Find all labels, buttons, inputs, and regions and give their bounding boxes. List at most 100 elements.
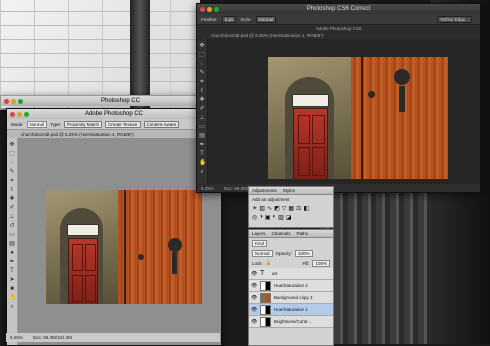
marquee-tool-icon[interactable]: ⬚ bbox=[9, 151, 15, 157]
background-window-titlebar[interactable]: Photoshop CC bbox=[1, 96, 201, 106]
move-tool-icon[interactable]: ✥ bbox=[9, 142, 15, 148]
transom-window bbox=[292, 93, 329, 107]
black-white-icon[interactable]: ◧ bbox=[303, 205, 309, 212]
tab-channels[interactable]: Channels bbox=[272, 231, 291, 236]
zoom-level[interactable]: 6.25% bbox=[201, 186, 214, 191]
type-tool-icon[interactable]: T bbox=[9, 268, 15, 274]
quick-select-tool-icon[interactable]: ✎ bbox=[199, 70, 205, 76]
tab-styles[interactable]: Styles bbox=[283, 188, 295, 193]
gradient-tool-icon[interactable]: ▤ bbox=[9, 241, 15, 247]
cs6-titlebar[interactable]: Photoshop CS6 Correct bbox=[197, 4, 480, 14]
pen-tool-icon[interactable]: ✒ bbox=[199, 142, 205, 148]
document-tab[interactable]: churchdoorsdt.psd @ 6.25% (Hue/Saturatio… bbox=[197, 32, 480, 39]
cc-titlebar[interactable]: Adobe Photoshop CC bbox=[7, 109, 221, 119]
eraser-tool-icon[interactable]: ▭ bbox=[199, 124, 205, 130]
healing-brush-tool-icon[interactable]: ✚ bbox=[199, 97, 205, 103]
gradient-tool-icon[interactable]: ▤ bbox=[199, 133, 205, 139]
transom-window bbox=[66, 224, 99, 237]
brick-wall-photo bbox=[0, 0, 200, 110]
fill-field[interactable]: 100% bbox=[312, 259, 330, 267]
channel-mixer-icon[interactable]: ◑ bbox=[259, 214, 263, 221]
shape-tool-icon[interactable]: ■ bbox=[9, 286, 15, 292]
hue-saturation-icon[interactable]: ▦ bbox=[288, 205, 294, 212]
proximity-match-button[interactable]: Proximity Match bbox=[64, 120, 103, 128]
type-tool-icon[interactable]: T bbox=[199, 151, 205, 157]
eyedropper-tool-icon[interactable]: ℓ bbox=[199, 88, 205, 94]
layer-row[interactable]: 👁 Background copy 3 bbox=[249, 292, 333, 304]
color-lookup-icon[interactable]: ▣ bbox=[265, 214, 271, 221]
pen-tool-icon[interactable]: ✒ bbox=[9, 259, 15, 265]
brush-tool-icon[interactable]: ✐ bbox=[199, 106, 205, 112]
cs6-canvas[interactable] bbox=[208, 39, 480, 184]
path-select-tool-icon[interactable]: ➤ bbox=[9, 277, 15, 283]
photoshop-cc-window[interactable]: Adobe Photoshop CC Mode: Normal Type: Pr… bbox=[6, 108, 222, 346]
layer-list: 👁 Tart 👁 Hue/Saturation 2 👁 Background copy 3… bbox=[249, 268, 333, 328]
lasso-tool-icon[interactable]: ◌ bbox=[9, 160, 15, 166]
exposure-icon[interactable]: ◩ bbox=[274, 205, 280, 212]
eyedropper-tool-icon[interactable]: ℓ bbox=[9, 187, 15, 193]
history-brush-tool-icon[interactable]: ↺ bbox=[9, 223, 15, 229]
dodge-tool-icon[interactable]: ● bbox=[9, 250, 15, 256]
zoom-button[interactable] bbox=[18, 98, 23, 104]
layer-row[interactable]: 👁 Tart bbox=[249, 268, 333, 280]
blend-mode-select[interactable]: Normal bbox=[252, 249, 273, 257]
eraser-tool-icon[interactable]: ▭ bbox=[9, 232, 15, 238]
clone-stamp-tool-icon[interactable]: ⊥ bbox=[9, 214, 15, 220]
window-controls[interactable] bbox=[4, 98, 23, 104]
opacity-field[interactable]: 100% bbox=[295, 249, 313, 257]
cs6-window-title: Adobe Photoshop CS6 bbox=[197, 25, 480, 32]
posterize-icon[interactable]: ▨ bbox=[278, 214, 284, 221]
tab-adjustments[interactable]: Adjustments bbox=[252, 188, 277, 193]
visibility-eye-icon[interactable]: 👁 bbox=[251, 283, 257, 289]
mode-label: Mode: bbox=[11, 121, 24, 127]
move-tool-icon[interactable]: ✥ bbox=[199, 43, 205, 49]
layer-row[interactable]: 👁 Hue/Saturation 2 bbox=[249, 280, 333, 292]
cc-canvas[interactable] bbox=[18, 138, 221, 345]
vibrance-icon[interactable]: ▽ bbox=[282, 205, 287, 212]
hand-tool-icon[interactable]: ✋ bbox=[9, 295, 16, 301]
tab-layers[interactable]: Layers bbox=[252, 231, 266, 236]
zoom-tool-icon[interactable]: ⌕ bbox=[9, 304, 15, 310]
document-tab[interactable]: churchdoorsdt.psd @ 6.25% (Hue/Saturatio… bbox=[7, 130, 221, 138]
lock-icon[interactable]: 🔒 bbox=[266, 260, 272, 266]
content-aware-button[interactable]: Content-Aware bbox=[143, 120, 180, 128]
healing-brush-tool-icon[interactable]: ✚ bbox=[9, 196, 15, 202]
brush-tool-icon[interactable]: ✐ bbox=[9, 205, 15, 211]
refine-edge-button[interactable]: Refine Edge... bbox=[437, 15, 472, 23]
threshold-icon[interactable]: ◪ bbox=[286, 214, 292, 221]
visibility-eye-icon[interactable]: 👁 bbox=[251, 295, 257, 301]
background-window[interactable]: Photoshop CC bbox=[0, 95, 202, 109]
marquee-tool-icon[interactable]: ⬚ bbox=[199, 52, 205, 58]
crop-tool-icon[interactable]: ⌗ bbox=[9, 178, 15, 184]
mode-select[interactable]: Normal bbox=[26, 120, 48, 128]
layer-row[interactable]: 👁 Brightness/Contr... bbox=[249, 316, 333, 328]
door-knob-icon bbox=[393, 69, 410, 86]
create-texture-button[interactable]: Create Texture bbox=[105, 120, 141, 128]
layer-filter-row: Kind bbox=[249, 238, 333, 248]
zoom-level[interactable]: 6.25% bbox=[10, 335, 23, 340]
kind-select[interactable]: Kind bbox=[252, 239, 268, 247]
quick-select-tool-icon[interactable]: ✎ bbox=[9, 169, 15, 175]
minimize-button[interactable] bbox=[11, 98, 16, 104]
style-select[interactable]: Normal bbox=[255, 15, 277, 23]
tab-paths[interactable]: Paths bbox=[297, 231, 309, 236]
photo-filter-icon[interactable]: ◎ bbox=[252, 214, 257, 221]
visibility-eye-icon[interactable]: 👁 bbox=[251, 319, 257, 325]
color-balance-icon[interactable]: ⚖ bbox=[296, 205, 301, 212]
crop-tool-icon[interactable]: ⌗ bbox=[199, 79, 205, 85]
visibility-eye-icon[interactable]: 👁 bbox=[251, 307, 257, 313]
layer-name: Background copy 3 bbox=[274, 295, 313, 300]
photoshop-cs6-window[interactable]: Photoshop CS6 Correct Feather: 0 px Styl… bbox=[196, 3, 481, 193]
visibility-eye-icon[interactable]: 👁 bbox=[251, 271, 257, 277]
brightness-icon[interactable]: ☀ bbox=[252, 205, 257, 212]
hand-tool-icon[interactable]: ✋ bbox=[199, 160, 206, 166]
lasso-tool-icon[interactable]: ◌ bbox=[199, 61, 205, 67]
invert-icon[interactable]: ◐ bbox=[273, 214, 277, 221]
zoom-tool-icon[interactable]: ⌕ bbox=[199, 169, 205, 175]
close-button[interactable] bbox=[4, 98, 9, 104]
feather-field[interactable]: 0 px bbox=[221, 15, 237, 23]
layer-row[interactable]: 👁 Hue/Saturation 1 bbox=[249, 304, 333, 316]
levels-icon[interactable]: ▥ bbox=[259, 205, 265, 212]
clone-stamp-tool-icon[interactable]: ⊥ bbox=[199, 115, 205, 121]
curves-icon[interactable]: ∿ bbox=[267, 205, 272, 212]
